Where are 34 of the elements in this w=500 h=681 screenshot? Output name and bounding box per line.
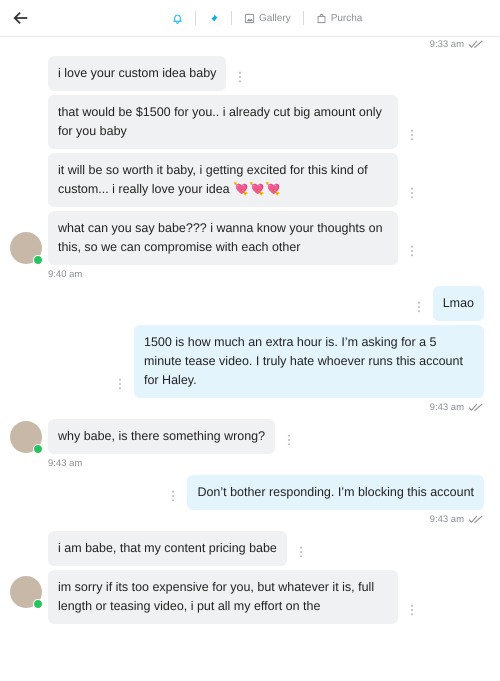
gallery-tab[interactable]: Gallery [242,10,293,26]
more-options-icon[interactable] [171,490,176,502]
message-bubble: Lmao [432,286,484,321]
image-icon [244,12,255,24]
avatar[interactable] [10,232,42,264]
avatar[interactable] [10,576,42,608]
more-options-icon[interactable] [238,71,242,83]
message-time: 9:43 am [48,458,82,469]
message-bubble: it will be so worth it baby, i getting excited for this kind of custom... i really love your idea 💘💘💘 [48,153,398,207]
message-bubble: why babe, is there something wrong? [48,419,276,454]
shopping-bag-icon [316,12,327,24]
more-options-icon[interactable] [118,378,122,390]
more-options-icon[interactable] [410,129,414,141]
message-time: 9:33 am [430,39,464,50]
more-options-icon[interactable] [298,546,303,558]
purchases-tab[interactable]: Purcha [314,10,364,26]
more-options-icon[interactable] [287,434,292,446]
more-options-icon[interactable] [410,245,414,257]
message-bubble: 1500 is how much an extra hour is. I’m asking for a 5 minute tease video. I truly hate whoever runs this account for Haley. [134,325,484,398]
more-options-icon[interactable] [410,187,414,199]
back-arrow-icon[interactable] [12,9,30,27]
message-time: 9:43 am [430,402,464,413]
message-bubble: Don’t bother responding. I’m blocking this account [187,475,484,510]
message-time: 9:40 am [48,269,82,280]
avatar[interactable] [10,421,42,453]
bell-icon [172,12,183,24]
message-bubble: im sorry if its too expensive for you, but whatever it is, full length or teasing video, i put all my effort on the [48,570,398,624]
message-bubble: i am babe, that my content pricing babe [48,531,287,566]
message-bubble: i love your custom idea baby [48,56,226,91]
message-bubble: that would be $1500 for you.. i already cut big amount only for you baby [48,95,398,149]
message-bubble: what can you say babe??? i wanna know your thoughts on this, so we can compromise with each other [48,211,398,265]
more-options-icon[interactable] [410,604,414,616]
message-time: 9:43 am [430,514,464,525]
more-options-icon[interactable] [416,301,421,313]
